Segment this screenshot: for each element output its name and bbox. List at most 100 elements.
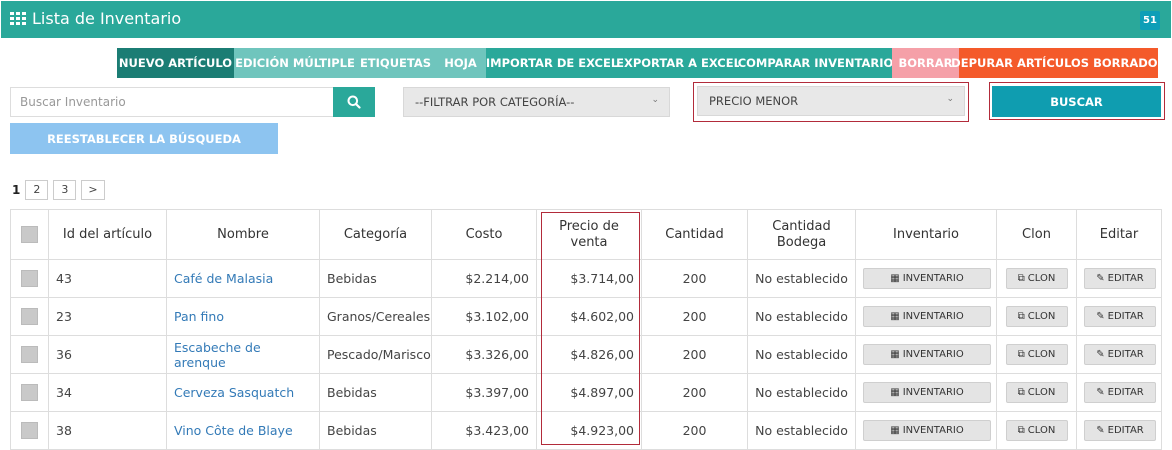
toolbar-button-3[interactable]: HOJA	[435, 48, 486, 78]
row-select-cell[interactable]	[10, 335, 49, 374]
clone-button[interactable]: ⧉ CLON	[1005, 344, 1068, 365]
table-row: 43 Café de Malasia Bebidas $2.214,00 $3.714,…	[10, 259, 1162, 298]
edit-button-label: EDITAR	[1107, 425, 1144, 436]
sort-select[interactable]: PRECIO MENOR ⌄	[697, 86, 965, 116]
cell-name-link[interactable]: Vino Côte de Blaye	[166, 411, 320, 450]
cell-category: Pescado/Marisco	[319, 335, 432, 374]
page-button-2[interactable]: 2	[25, 179, 49, 200]
row-checkbox[interactable]	[21, 422, 38, 439]
page-button-3[interactable]: 3	[53, 179, 77, 200]
clone-button[interactable]: ⧉ CLON	[1005, 306, 1068, 327]
cell-edit-action: ✎ EDITAR	[1076, 373, 1162, 412]
select-all-cell[interactable]	[10, 209, 49, 260]
cell-clone-action: ⧉ CLON	[996, 259, 1077, 298]
edit-button[interactable]: ✎ EDITAR	[1084, 268, 1156, 289]
toolbar-button-4[interactable]: IMPORTAR DE EXCEL	[486, 48, 618, 78]
cell-price: $4.602,00	[536, 297, 642, 336]
toolbar-button-2[interactable]: ETIQUETAS	[356, 48, 435, 78]
cell-clone-action: ⧉ CLON	[996, 373, 1077, 412]
cell-cost: $2.214,00	[431, 259, 537, 298]
toolbar-button-7[interactable]: BORRAR	[892, 48, 959, 78]
header-id[interactable]: Id del artículo	[48, 209, 167, 260]
table-body: 43 Café de Malasia Bebidas $2.214,00 $3.714,…	[10, 259, 1162, 450]
cell-id: 23	[48, 297, 167, 336]
row-checkbox[interactable]	[21, 308, 38, 325]
inventory-button[interactable]: ▦ INVENTARIO	[863, 306, 991, 327]
pencil-icon: ✎	[1096, 425, 1105, 436]
search-input[interactable]: Buscar Inventario	[10, 87, 334, 117]
pencil-icon: ✎	[1096, 311, 1105, 322]
cell-qty: 200	[641, 411, 748, 450]
header-cost[interactable]: Costo	[431, 209, 537, 260]
buscar-button[interactable]: BUSCAR	[992, 86, 1161, 117]
copy-icon: ⧉	[1017, 349, 1025, 360]
toolbar-button-0[interactable]: NUEVO ARTÍCULO	[117, 48, 234, 78]
clone-button-label: CLON	[1027, 311, 1056, 322]
count-badge: 51	[1140, 11, 1160, 30]
clone-button-label: CLON	[1027, 425, 1056, 436]
edit-button-label: EDITAR	[1107, 387, 1144, 398]
edit-button[interactable]: ✎ EDITAR	[1084, 382, 1156, 403]
search-button[interactable]	[333, 87, 375, 117]
row-select-cell[interactable]	[10, 297, 49, 336]
inventory-button[interactable]: ▦ INVENTARIO	[863, 268, 991, 289]
cell-name-link[interactable]: Cerveza Sasquatch	[166, 373, 320, 412]
cell-cost: $3.397,00	[431, 373, 537, 412]
cell-id: 36	[48, 335, 167, 374]
cubes-icon: ▦	[890, 273, 900, 284]
action-toolbar: NUEVO ARTÍCULO EDICIÓN MÚLTIPLE ETIQUETAS H…	[117, 48, 1166, 78]
clone-button[interactable]: ⧉ CLON	[1005, 268, 1068, 289]
inventory-button[interactable]: ▦ INVENTARIO	[863, 344, 991, 365]
title-wrap: Lista de Inventario	[10, 9, 181, 28]
table-row: 23 Pan fino Granos/Cereales $3.102,00 $4.602…	[10, 297, 1162, 336]
row-select-cell[interactable]	[10, 373, 49, 412]
category-filter-select[interactable]: --FILTRAR POR CATEGORÍA-- ⌄	[403, 87, 670, 117]
toolbar-button-5[interactable]: EXPORTAR A EXCEL	[616, 48, 741, 78]
cell-cost: $3.423,00	[431, 411, 537, 450]
pagination: 1 2 3 >	[10, 179, 110, 200]
cell-edit-action: ✎ EDITAR	[1076, 297, 1162, 336]
cell-id: 34	[48, 373, 167, 412]
cell-bodega: No establecido	[747, 411, 856, 450]
cell-clone-action: ⧉ CLON	[996, 297, 1077, 336]
pencil-icon: ✎	[1096, 273, 1105, 284]
reset-search-button[interactable]: REESTABLECER LA BÚSQUEDA	[10, 123, 278, 154]
header-qty-bodega[interactable]: Cantidad Bodega	[747, 209, 856, 260]
cell-name-link[interactable]: Pan fino	[166, 297, 320, 336]
edit-button[interactable]: ✎ EDITAR	[1084, 344, 1156, 365]
header-category[interactable]: Categoría	[319, 209, 432, 260]
clone-button[interactable]: ⧉ CLON	[1005, 382, 1068, 403]
row-checkbox[interactable]	[21, 384, 38, 401]
cell-inventory-action: ▦ INVENTARIO	[855, 297, 997, 336]
toolbar-button-6[interactable]: COMPARAR INVENTARIO	[738, 48, 893, 78]
toolbar-button-8[interactable]: DEPURAR ARTÍCULOS BORRADOS	[951, 48, 1166, 78]
edit-button-label: EDITAR	[1107, 349, 1144, 360]
header-qty[interactable]: Cantidad	[641, 209, 748, 260]
cell-edit-action: ✎ EDITAR	[1076, 411, 1162, 450]
toolbar-button-1[interactable]: EDICIÓN MÚLTIPLE	[234, 48, 356, 78]
inventory-button[interactable]: ▦ INVENTARIO	[863, 420, 991, 441]
header-name[interactable]: Nombre	[166, 209, 320, 260]
edit-button[interactable]: ✎ EDITAR	[1084, 420, 1156, 441]
table-row: 34 Cerveza Sasquatch Bebidas $3.397,00 $4.89…	[10, 373, 1162, 412]
edit-button[interactable]: ✎ EDITAR	[1084, 306, 1156, 327]
row-checkbox[interactable]	[21, 270, 38, 287]
edit-button-label: EDITAR	[1107, 311, 1144, 322]
row-checkbox[interactable]	[21, 346, 38, 363]
clone-button[interactable]: ⧉ CLON	[1005, 420, 1068, 441]
cell-edit-action: ✎ EDITAR	[1076, 259, 1162, 298]
cell-name-link[interactable]: Escabeche de arenque	[166, 335, 320, 374]
cell-cost: $3.102,00	[431, 297, 537, 336]
row-select-cell[interactable]	[10, 411, 49, 450]
header-price-line1: Precio de	[559, 218, 619, 234]
current-page: 1	[12, 182, 21, 197]
cell-bodega: No establecido	[747, 335, 856, 374]
inventory-button[interactable]: ▦ INVENTARIO	[863, 382, 991, 403]
select-all-checkbox[interactable]	[21, 226, 38, 243]
table-row: 38 Vino Côte de Blaye Bebidas $3.423,00 $4.9…	[10, 411, 1162, 450]
row-select-cell[interactable]	[10, 259, 49, 298]
header-price[interactable]: Precio de venta	[536, 209, 642, 260]
cell-name-link[interactable]: Café de Malasia	[166, 259, 320, 298]
inventory-button-label: INVENTARIO	[902, 273, 964, 284]
next-page-button[interactable]: >	[81, 179, 105, 200]
